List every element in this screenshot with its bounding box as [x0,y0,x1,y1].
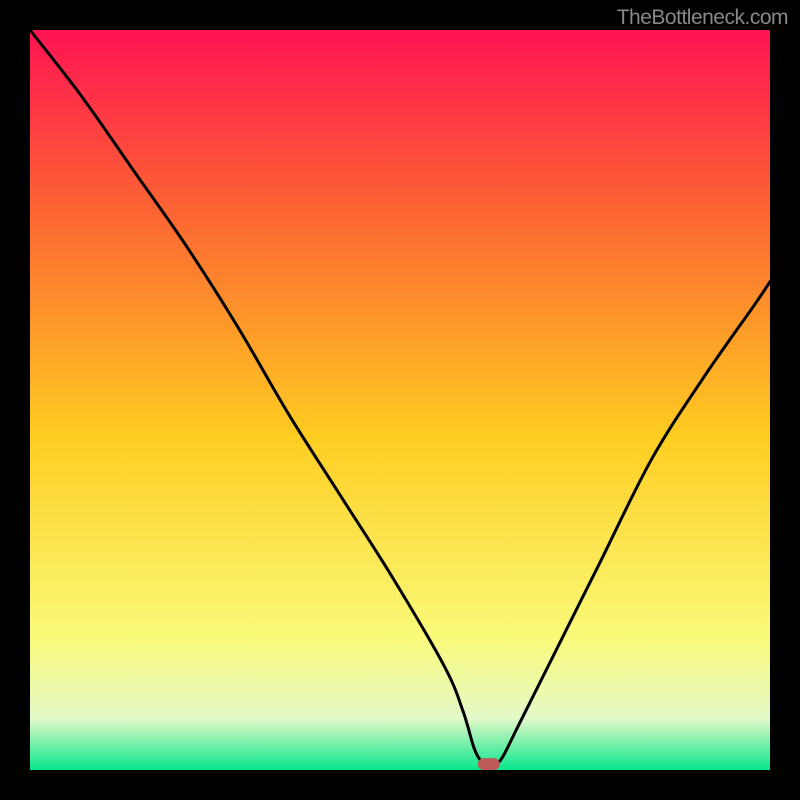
bottleneck-chart: TheBottleneck.com [0,0,800,800]
plot-area [30,30,770,770]
optimal-point-marker [478,758,500,770]
plot-svg [30,30,770,770]
gradient-background [30,30,770,770]
watermark-text: TheBottleneck.com [617,6,788,30]
